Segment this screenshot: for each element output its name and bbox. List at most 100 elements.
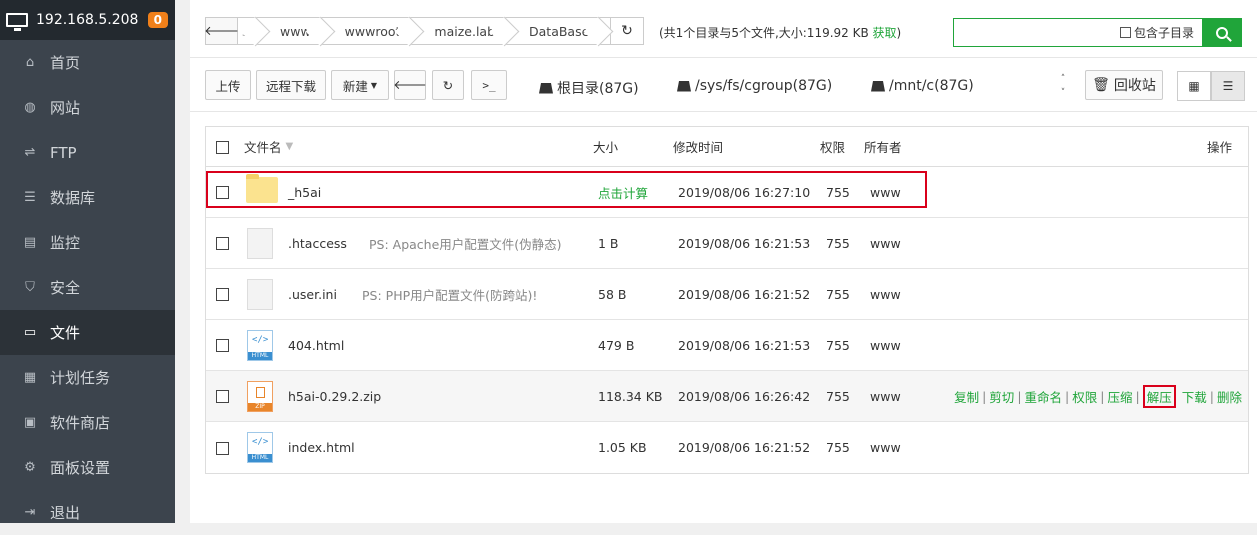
file-owner[interactable]: www: [870, 218, 901, 268]
compress-link[interactable]: 压缩: [1108, 387, 1133, 406]
disk-scroll-arrows[interactable]: ˄ ˅: [1056, 72, 1070, 102]
download-link[interactable]: 下载: [1182, 387, 1207, 406]
sidebar-item-home[interactable]: ⌂ 首页: [0, 40, 175, 85]
refresh-icon: ↻: [621, 23, 633, 39]
file-owner[interactable]: www: [870, 320, 901, 370]
file-owner[interactable]: www: [870, 371, 901, 421]
table-row[interactable]: </> HTML index.html 1.05 KB 2019/08/06 16…: [206, 422, 1248, 473]
file-name[interactable]: index.html: [288, 422, 355, 473]
directory-summary: (共1个目录与5个文件,大小:119.92 KB 获取): [659, 26, 902, 40]
file-name[interactable]: 404.html: [288, 320, 344, 370]
table-row[interactable]: </> HTML 404.html 479 B 2019/08/06 16:21:…: [206, 320, 1248, 371]
search-input[interactable]: 包含子目录: [953, 18, 1242, 47]
refresh-icon: ↻: [442, 77, 454, 93]
remote-download-button[interactable]: 远程下载: [256, 70, 326, 100]
search-button[interactable]: [1202, 18, 1242, 47]
row-checkbox[interactable]: [216, 288, 229, 301]
file-icon: [247, 228, 273, 259]
file-owner[interactable]: www: [870, 167, 901, 217]
sidebar-item-security[interactable]: ⛉ 安全: [0, 265, 175, 310]
refresh-path-button[interactable]: ↻: [610, 17, 644, 45]
file-owner[interactable]: www: [870, 269, 901, 319]
file-perm[interactable]: 755: [826, 320, 850, 370]
file-perm[interactable]: 755: [826, 167, 850, 217]
calc-size-link[interactable]: 获取: [873, 26, 897, 40]
new-dropdown-button[interactable]: 新建 ▼: [331, 70, 389, 100]
sort-down-icon: ▼: [285, 141, 294, 152]
file-perm[interactable]: 755: [826, 269, 850, 319]
disk-cgroup[interactable]: /sys/fs/cgroup(87G): [677, 78, 832, 94]
terminal-button[interactable]: >_: [471, 70, 507, 100]
file-name[interactable]: _h5ai: [288, 167, 321, 217]
sidebar-item-settings[interactable]: ⚙ 面板设置: [0, 445, 175, 490]
breadcrumb-item[interactable]: DataBase: [509, 18, 603, 44]
file-mtime: 2019/08/06 16:21:53: [678, 235, 811, 251]
list-view-button[interactable]: ☰: [1211, 71, 1245, 101]
sidebar-item-ftp[interactable]: ⇌ FTP: [0, 130, 175, 175]
sidebar-item-cron[interactable]: ▦ 计划任务: [0, 355, 175, 400]
file-perm[interactable]: 755: [826, 218, 850, 268]
col-owner[interactable]: 所有者: [864, 127, 902, 166]
back-arrow-icon[interactable]: 🡐: [204, 18, 239, 44]
cut-link[interactable]: 剪切: [989, 387, 1014, 406]
sidebar-item-store[interactable]: ▣ 软件商店: [0, 400, 175, 445]
copy-link[interactable]: 复制: [954, 387, 979, 406]
row-checkbox[interactable]: [216, 339, 229, 352]
row-checkbox[interactable]: [216, 186, 229, 199]
file-size: 118.34 KB: [598, 388, 663, 404]
disk-root[interactable]: 根目录(87G): [539, 78, 639, 98]
file-size: 1.05 KB: [598, 440, 647, 455]
file-ps: PS: Apache用户配置文件(伪静态): [369, 236, 562, 252]
table-row[interactable]: ZIP h5ai-0.29.2.zip 118.34 KB 2019/08/06…: [206, 371, 1248, 422]
table-row[interactable]: .htaccess PS: Apache用户配置文件(伪静态) 1 B 2019…: [206, 218, 1248, 269]
search-icon: [1216, 26, 1228, 39]
monitor-icon: [6, 13, 28, 31]
sidebar-item-website[interactable]: ◍ 网站: [0, 85, 175, 130]
col-perm[interactable]: 权限: [820, 127, 845, 166]
breadcrumb-item[interactable]: s: [238, 18, 260, 44]
ftp-icon: ⇌: [24, 145, 36, 160]
select-all-checkbox[interactable]: [216, 140, 229, 154]
breadcrumb-item[interactable]: wwwroot: [325, 18, 415, 44]
home-icon: ⌂: [25, 55, 35, 70]
breadcrumb-item[interactable]: maize.lab: [414, 18, 509, 44]
file-name[interactable]: .user.ini: [288, 269, 337, 319]
grid-view-button[interactable]: ▦: [1177, 71, 1211, 101]
table-row[interactable]: .user.ini PS: PHP用户配置文件(防跨站)! 58 B 2019/…: [206, 269, 1248, 320]
file-perm[interactable]: 755: [826, 371, 850, 421]
sidebar-item-files[interactable]: ▭ 文件: [0, 310, 175, 355]
table-row[interactable]: _h5ai 点击计算 2019/08/06 16:27:10 755 www: [206, 167, 1248, 218]
upload-button[interactable]: 上传: [205, 70, 251, 100]
row-checkbox[interactable]: [216, 237, 229, 250]
database-icon: ☰: [24, 190, 36, 205]
recycle-bin-button[interactable]: 🗑 回收站: [1085, 70, 1163, 100]
permission-link[interactable]: 权限: [1072, 387, 1097, 406]
breadcrumb[interactable]: 🡐 s www wwwroot maize.lab DataBase: [204, 17, 625, 45]
grid-icon: ▦: [1188, 79, 1200, 93]
file-name[interactable]: h5ai-0.29.2.zip: [288, 371, 381, 421]
back-button[interactable]: 🡐: [393, 70, 427, 100]
disk-mnt-c[interactable]: /mnt/c(87G): [871, 78, 974, 94]
sidebar-item-database[interactable]: ☰ 数据库: [0, 175, 175, 220]
file-perm[interactable]: 755: [826, 422, 850, 473]
include-subdir-checkbox[interactable]: 包含子目录: [1119, 24, 1194, 41]
refresh-button[interactable]: ↻: [432, 70, 464, 100]
extract-link[interactable]: 解压: [1142, 384, 1176, 408]
file-name[interactable]: .htaccess: [288, 218, 347, 268]
delete-link[interactable]: 删除: [1217, 387, 1242, 406]
col-name[interactable]: 文件名 ▼: [244, 127, 293, 166]
rename-link[interactable]: 重命名: [1025, 387, 1063, 406]
calc-size-link[interactable]: 点击计算: [598, 167, 648, 217]
file-table: 文件名 ▼ 大小 修改时间 权限 所有者 操作 _h5ai 点击计算 2019/0…: [205, 126, 1249, 474]
col-ops: 操作: [1206, 140, 1232, 155]
notification-badge[interactable]: 0: [147, 12, 168, 28]
row-checkbox[interactable]: [216, 441, 229, 455]
col-mtime[interactable]: 修改时间: [673, 127, 723, 166]
sidebar-item-monitor[interactable]: ▤ 监控: [0, 220, 175, 265]
col-size[interactable]: 大小: [593, 127, 618, 166]
row-checkbox[interactable]: [216, 390, 229, 403]
caret-down-icon: ▼: [370, 80, 378, 90]
file-owner[interactable]: www: [870, 422, 901, 473]
sidebar-item-logout[interactable]: ⇥ 退出: [0, 490, 175, 535]
globe-icon: ◍: [24, 100, 36, 115]
